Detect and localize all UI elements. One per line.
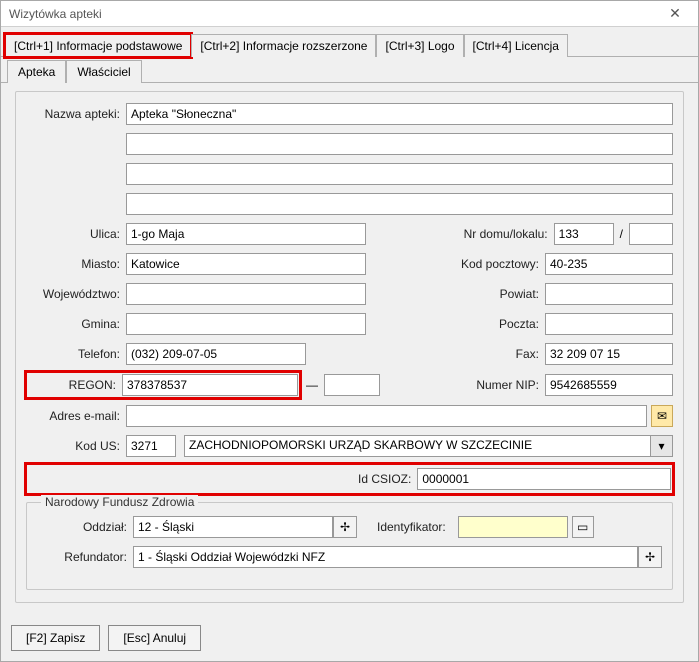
label-woj: Województwo: bbox=[26, 287, 126, 301]
woj-input[interactable] bbox=[126, 283, 366, 305]
label-ulica: Ulica: bbox=[26, 227, 126, 241]
label-kodus: Kod US: bbox=[26, 439, 126, 453]
subtab-apteka[interactable]: Apteka bbox=[7, 60, 66, 83]
label-email: Adres e-mail: bbox=[26, 409, 126, 423]
slash: / bbox=[614, 227, 629, 241]
label-gmina: Gmina: bbox=[26, 317, 126, 331]
refund-input[interactable] bbox=[133, 546, 638, 568]
nazwa-line3[interactable] bbox=[126, 163, 673, 185]
fax-input[interactable] bbox=[545, 343, 673, 365]
nazwa-line2[interactable] bbox=[126, 133, 673, 155]
label-miasto: Miasto: bbox=[26, 257, 126, 271]
tab-info-basic[interactable]: [Ctrl+1] Informacje podstawowe bbox=[5, 34, 191, 57]
oddzial-pick-button[interactable]: ✢ bbox=[333, 516, 357, 538]
tab-info-ext[interactable]: [Ctrl+2] Informacje rozszerzone bbox=[191, 34, 376, 57]
label-poczta: Poczta: bbox=[429, 317, 545, 331]
close-icon[interactable]: ✕ bbox=[660, 5, 690, 22]
main-tabs: [Ctrl+1] Informacje podstawowe [Ctrl+2] … bbox=[1, 27, 698, 57]
label-nrdom: Nr domu/lokalu: bbox=[438, 227, 554, 241]
label-idcsioz: Id CSIOZ: bbox=[358, 472, 417, 486]
kodp-input[interactable] bbox=[545, 253, 673, 275]
window: Wizytówka apteki ✕ [Ctrl+1] Informacje p… bbox=[0, 0, 699, 662]
us-select-value: ZACHODNIOPOMORSKI URZĄD SKARBOWY W SZCZE… bbox=[184, 435, 651, 457]
lokal-input[interactable] bbox=[629, 223, 673, 245]
tab-license[interactable]: [Ctrl+4] Licencja bbox=[464, 34, 568, 57]
label-regon: REGON: bbox=[28, 378, 122, 392]
us-select[interactable]: ZACHODNIOPOMORSKI URZĄD SKARBOWY W SZCZE… bbox=[184, 435, 673, 457]
refund-pick-button[interactable]: ✢ bbox=[638, 546, 662, 568]
label-ident: Identyfikator: bbox=[377, 520, 452, 534]
nrdom-input[interactable] bbox=[554, 223, 614, 245]
powiat-input[interactable] bbox=[545, 283, 673, 305]
nazwa-input[interactable] bbox=[126, 103, 673, 125]
ulica-input[interactable] bbox=[126, 223, 366, 245]
save-button[interactable]: [F2] Zapisz bbox=[11, 625, 100, 651]
regon2-input[interactable] bbox=[324, 374, 380, 396]
dash: — bbox=[300, 378, 324, 392]
label-fax: Fax: bbox=[429, 347, 545, 361]
sub-tabs: Apteka Właściciel bbox=[1, 59, 698, 83]
form-group: Nazwa apteki: Ulica: Nr domu/lokalu: / M… bbox=[15, 91, 684, 603]
chevron-down-icon[interactable]: ▾ bbox=[651, 435, 673, 457]
email-input[interactable] bbox=[126, 405, 647, 427]
gmina-input[interactable] bbox=[126, 313, 366, 335]
poczta-input[interactable] bbox=[545, 313, 673, 335]
window-title: Wizytówka apteki bbox=[9, 7, 102, 21]
mail-icon[interactable]: ✉ bbox=[651, 405, 673, 427]
tab-logo[interactable]: [Ctrl+3] Logo bbox=[376, 34, 463, 57]
nfz-legend: Narodowy Fundusz Zdrowia bbox=[41, 495, 198, 509]
idcsioz-input[interactable] bbox=[417, 468, 671, 490]
subtab-wlasciciel[interactable]: Właściciel bbox=[66, 60, 141, 83]
notebook-icon[interactable]: ▭ bbox=[572, 516, 594, 538]
label-tel: Telefon: bbox=[26, 347, 126, 361]
ident-input[interactable] bbox=[458, 516, 568, 538]
cancel-button[interactable]: [Esc] Anuluj bbox=[108, 625, 201, 651]
footer-buttons: [F2] Zapisz [Esc] Anuluj bbox=[11, 625, 201, 651]
regon-input[interactable] bbox=[122, 374, 298, 396]
nip-input[interactable] bbox=[545, 374, 673, 396]
titlebar: Wizytówka apteki ✕ bbox=[1, 1, 698, 27]
nfz-fieldset: Narodowy Fundusz Zdrowia Oddział: ✢ Iden… bbox=[26, 502, 673, 590]
label-oddzial: Oddział: bbox=[37, 520, 133, 534]
nazwa-line4[interactable] bbox=[126, 193, 673, 215]
oddzial-input[interactable] bbox=[133, 516, 333, 538]
label-powiat: Powiat: bbox=[429, 287, 545, 301]
miasto-input[interactable] bbox=[126, 253, 366, 275]
label-kodp: Kod pocztowy: bbox=[429, 257, 545, 271]
label-nazwa: Nazwa apteki: bbox=[26, 107, 126, 121]
label-nip: Numer NIP: bbox=[429, 378, 545, 392]
kodus-input[interactable] bbox=[126, 435, 176, 457]
label-refund: Refundator: bbox=[37, 550, 133, 564]
tel-input[interactable] bbox=[126, 343, 306, 365]
